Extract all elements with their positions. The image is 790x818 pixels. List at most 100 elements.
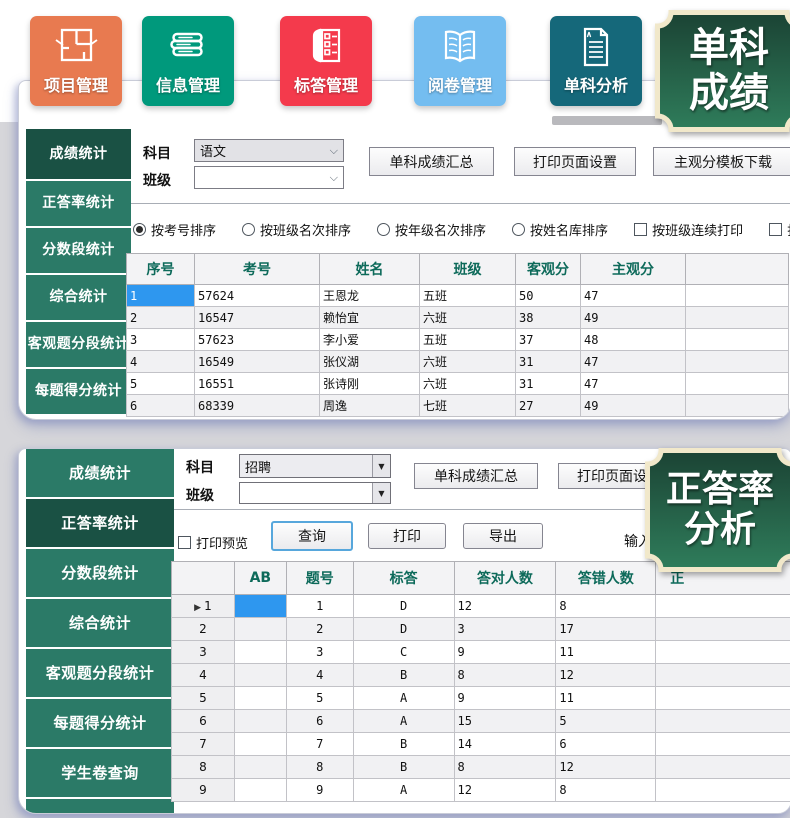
cell[interactable]: C <box>353 641 454 664</box>
checkbox-option[interactable]: 打印预览 <box>769 220 790 239</box>
cell[interactable]: 8 <box>454 664 556 687</box>
sidebar-item[interactable]: 每题得分统计 <box>26 369 131 414</box>
checkbox-icon[interactable] <box>769 223 782 236</box>
sidebar-item[interactable]: 分数段统计 <box>26 228 131 273</box>
row-header[interactable]: ▶1 <box>172 595 235 618</box>
cell[interactable] <box>686 307 789 329</box>
cell[interactable]: 15 <box>454 710 556 733</box>
column-header[interactable]: 序号 <box>127 254 195 285</box>
cell[interactable]: 李小爱 <box>320 329 420 351</box>
cell[interactable] <box>656 710 790 733</box>
cell[interactable]: 3 <box>454 618 556 641</box>
sidebar-item[interactable]: 客观题分段统计 <box>26 322 131 367</box>
row-header[interactable]: 3 <box>172 641 235 664</box>
column-header[interactable]: 题号 <box>286 562 353 595</box>
cell[interactable]: 11 <box>556 641 656 664</box>
cell[interactable]: 16551 <box>195 373 320 395</box>
cell[interactable] <box>656 664 790 687</box>
sidebar-item[interactable]: 每题得分统计 <box>26 699 174 747</box>
cell[interactable]: 张诗刚 <box>320 373 420 395</box>
cell[interactable]: 赖怡宜 <box>320 307 420 329</box>
radio-icon[interactable] <box>242 223 255 236</box>
cell[interactable] <box>656 779 790 802</box>
cell[interactable] <box>234 733 286 756</box>
column-header[interactable]: 答对人数 <box>454 562 556 595</box>
radio-option[interactable]: 按考号排序 <box>133 220 216 239</box>
cell[interactable]: 六班 <box>420 373 516 395</box>
radio-option[interactable]: 按年级名次排序 <box>377 220 486 239</box>
cell[interactable]: 六班 <box>420 307 516 329</box>
cell[interactable]: 3 <box>127 329 195 351</box>
column-header[interactable]: 考号 <box>195 254 320 285</box>
sidebar-item[interactable]: 成绩统计 <box>26 449 174 497</box>
sidebar-item[interactable]: 综合统计 <box>26 599 174 647</box>
print-preview-option[interactable]: 打印预览 <box>178 533 248 552</box>
row-header[interactable]: 6 <box>172 710 235 733</box>
column-header[interactable]: 答错人数 <box>556 562 656 595</box>
cell[interactable]: 六班 <box>420 351 516 373</box>
cell[interactable]: 68339 <box>195 395 320 417</box>
row-header[interactable]: 2 <box>172 618 235 641</box>
cell[interactable]: D <box>353 618 454 641</box>
cell[interactable]: 37 <box>516 329 581 351</box>
cell[interactable]: 2 <box>286 618 353 641</box>
row-header[interactable]: 8 <box>172 756 235 779</box>
subject-select[interactable]: 语文 ⌵ <box>194 139 344 162</box>
cell[interactable]: 47 <box>581 285 686 307</box>
app-button-single-subject-analysis[interactable]: 单科分析 <box>550 16 642 106</box>
cell[interactable] <box>234 779 286 802</box>
app-button-info-management[interactable]: 信息管理 <box>142 16 234 106</box>
sidebar-item[interactable]: 成绩统计 <box>26 129 131 179</box>
cell[interactable]: 五班 <box>420 285 516 307</box>
class-select[interactable]: ⌵ <box>194 166 344 189</box>
cell[interactable] <box>234 664 286 687</box>
cell[interactable]: 1 <box>286 595 353 618</box>
button[interactable]: 导出 <box>463 523 543 549</box>
column-header[interactable]: 姓名 <box>320 254 420 285</box>
cell[interactable] <box>686 395 789 417</box>
cell[interactable]: 8 <box>286 756 353 779</box>
cell[interactable] <box>686 285 789 307</box>
cell[interactable]: 12 <box>556 664 656 687</box>
cell[interactable]: 11 <box>556 687 656 710</box>
app-button-marking-management[interactable]: 阅卷管理 <box>414 16 506 106</box>
cell[interactable]: 12 <box>454 779 556 802</box>
cell[interactable]: 7 <box>286 733 353 756</box>
row-header[interactable]: 5 <box>172 687 235 710</box>
cell[interactable] <box>234 710 286 733</box>
cell[interactable]: 七班 <box>420 395 516 417</box>
cell[interactable]: D <box>353 595 454 618</box>
cell[interactable] <box>656 618 790 641</box>
cell[interactable]: 6 <box>127 395 195 417</box>
cell[interactable]: 4 <box>286 664 353 687</box>
cell[interactable]: 5 <box>127 373 195 395</box>
cell[interactable]: 49 <box>581 395 686 417</box>
row-header[interactable]: 7 <box>172 733 235 756</box>
sidebar-item[interactable]: 客观题分段统计 <box>26 649 174 697</box>
cell[interactable]: B <box>353 664 454 687</box>
cell[interactable]: 2 <box>127 307 195 329</box>
cell[interactable] <box>686 373 789 395</box>
radio-icon[interactable] <box>133 223 146 236</box>
dropdown-arrow-icon[interactable]: ▼ <box>372 455 390 477</box>
radio-icon[interactable] <box>377 223 390 236</box>
dropdown-arrow-icon[interactable]: ▼ <box>372 483 390 503</box>
cell[interactable]: 周逸 <box>320 395 420 417</box>
cell[interactable] <box>656 756 790 779</box>
button[interactable]: 单科成绩汇总 <box>369 147 494 176</box>
sidebar-item[interactable]: 正答率统计 <box>26 499 174 547</box>
cell[interactable]: 9 <box>454 687 556 710</box>
cell[interactable]: 6 <box>286 710 353 733</box>
cell[interactable] <box>234 756 286 779</box>
sidebar-item[interactable]: 综合统计 <box>26 275 131 320</box>
cell[interactable]: 6 <box>556 733 656 756</box>
selected-cell[interactable] <box>234 595 286 618</box>
column-header[interactable] <box>172 562 235 595</box>
column-header[interactable]: 标答 <box>353 562 454 595</box>
cell[interactable]: 49 <box>581 307 686 329</box>
sidebar-item[interactable]: 分数段统计 <box>26 549 174 597</box>
cell[interactable]: 五班 <box>420 329 516 351</box>
cell[interactable]: 57623 <box>195 329 320 351</box>
selected-cell[interactable]: 1 <box>127 285 195 307</box>
cell[interactable]: 12 <box>556 756 656 779</box>
